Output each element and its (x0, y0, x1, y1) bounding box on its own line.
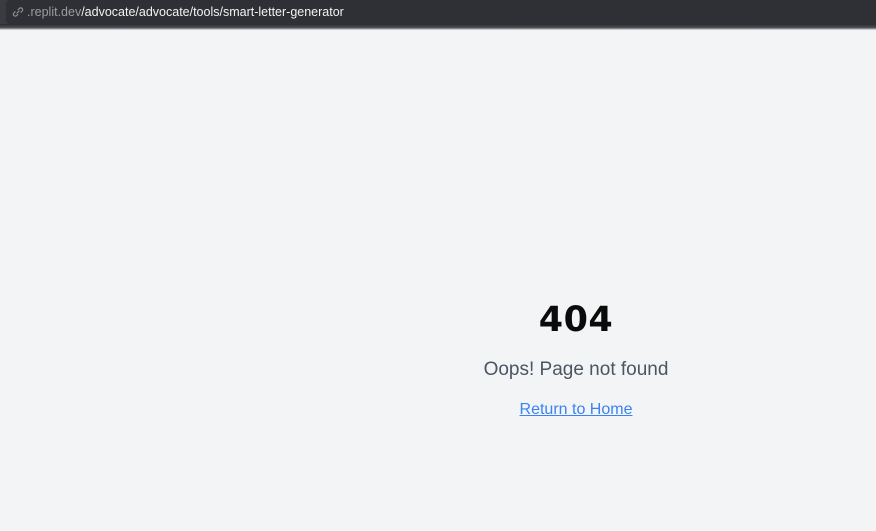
not-found-panel: 404 Oops! Page not found Return to Home (476, 296, 676, 420)
error-message: Oops! Page not found (483, 359, 669, 380)
address-field[interactable]: .replit.dev/advocate/advocate/tools/smar… (6, 0, 876, 24)
page-content: 404 Oops! Page not found Return to Home (0, 30, 876, 531)
url-path: /advocate/advocate/tools/smart-letter-ge… (81, 5, 344, 19)
error-code: 404 (538, 300, 614, 340)
url-host: .replit.dev (27, 5, 82, 19)
browser-url-bar: .replit.dev/advocate/advocate/tools/smar… (0, 0, 876, 24)
link-icon (12, 6, 24, 18)
return-home-link[interactable]: Return to Home (520, 400, 633, 420)
